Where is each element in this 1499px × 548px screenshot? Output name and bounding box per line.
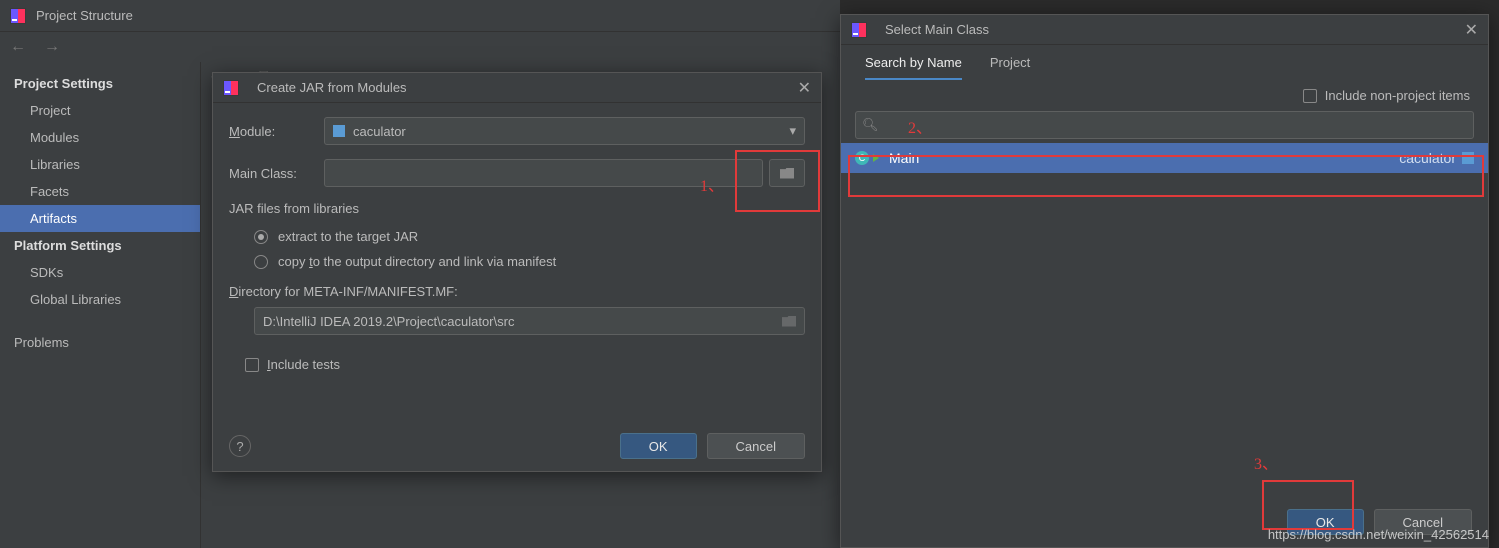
manifest-dir-label: Directory for META-INF/MANIFEST.MF: bbox=[229, 284, 805, 299]
result-name: Main bbox=[889, 150, 919, 166]
result-module: caculator bbox=[1399, 150, 1456, 166]
checkbox-icon bbox=[245, 358, 259, 372]
include-non-project-checkbox[interactable]: Include non-project items bbox=[1303, 88, 1470, 103]
cancel-button[interactable]: Cancel bbox=[707, 433, 805, 459]
smc-titlebar: Select Main Class ✕ bbox=[841, 15, 1488, 45]
nav-back-icon[interactable]: ← bbox=[10, 38, 26, 56]
nav-forward-icon[interactable]: → bbox=[44, 38, 60, 56]
watermark: https://blog.csdn.net/weixin_42562514 bbox=[1268, 527, 1489, 542]
tab-project[interactable]: Project bbox=[990, 55, 1030, 80]
help-button[interactable]: ? bbox=[229, 435, 251, 457]
search-icon: 🔍︎ bbox=[862, 117, 879, 133]
result-item-main[interactable]: C Main caculator bbox=[841, 143, 1488, 173]
radio-icon bbox=[254, 255, 268, 269]
intellij-icon bbox=[10, 8, 26, 24]
ps-sidebar: Project Settings Project Modules Librari… bbox=[0, 62, 200, 548]
tab-search-by-name[interactable]: Search by Name bbox=[865, 55, 962, 80]
intellij-icon bbox=[851, 22, 867, 38]
smc-tabs: Search by Name Project bbox=[841, 45, 1488, 80]
module-icon bbox=[333, 125, 345, 137]
sidebar-item-facets[interactable]: Facets bbox=[0, 178, 200, 205]
ps-title: Project Structure bbox=[36, 8, 133, 23]
module-icon bbox=[1462, 152, 1474, 164]
sidebar-item-global-libraries[interactable]: Global Libraries bbox=[0, 286, 200, 313]
jar-titlebar: Create JAR from Modules ✕ bbox=[213, 73, 821, 103]
jar-title: Create JAR from Modules bbox=[257, 80, 407, 95]
manifest-dir-input[interactable]: D:\IntelliJ IDEA 2019.2\Project\caculato… bbox=[254, 307, 805, 335]
module-dropdown[interactable]: caculator ▾ bbox=[324, 117, 805, 145]
smc-title: Select Main Class bbox=[885, 22, 989, 37]
chevron-down-icon: ▾ bbox=[789, 123, 796, 139]
radio-extract[interactable]: extract to the target JAR bbox=[229, 224, 805, 249]
radio-copy[interactable]: copy to the output directory and link vi… bbox=[229, 249, 805, 274]
smc-search-input[interactable]: 🔍︎ bbox=[855, 111, 1474, 139]
close-icon[interactable]: ✕ bbox=[1465, 20, 1478, 40]
intellij-icon bbox=[223, 80, 239, 96]
section-platform-settings: Platform Settings bbox=[0, 232, 200, 259]
checkbox-icon bbox=[1303, 89, 1317, 103]
sidebar-item-libraries[interactable]: Libraries bbox=[0, 151, 200, 178]
main-class-input[interactable] bbox=[324, 159, 763, 187]
sidebar-item-project[interactable]: Project bbox=[0, 97, 200, 124]
close-icon[interactable]: ✕ bbox=[798, 78, 811, 98]
include-tests-checkbox[interactable]: Include tests bbox=[229, 349, 805, 372]
section-project-settings: Project Settings bbox=[0, 70, 200, 97]
select-main-class-dialog: Select Main Class ✕ Search by Name Proje… bbox=[840, 14, 1489, 548]
folder-icon bbox=[782, 316, 796, 327]
module-value: caculator bbox=[353, 124, 406, 139]
class-icon: C bbox=[855, 151, 869, 165]
sidebar-item-artifacts[interactable]: Artifacts bbox=[0, 205, 200, 232]
sidebar-item-problems[interactable]: Problems bbox=[0, 329, 200, 356]
module-label: Module: bbox=[229, 124, 324, 139]
jar-files-section: JAR files from libraries bbox=[229, 201, 805, 216]
create-jar-dialog: Create JAR from Modules ✕ Module: cacula… bbox=[212, 72, 822, 472]
smc-results: C Main caculator bbox=[841, 143, 1488, 173]
radio-icon bbox=[254, 230, 268, 244]
ok-button[interactable]: OK bbox=[620, 433, 697, 459]
main-class-label: Main Class: bbox=[229, 166, 324, 181]
sidebar-item-modules[interactable]: Modules bbox=[0, 124, 200, 151]
sidebar-item-sdks[interactable]: SDKs bbox=[0, 259, 200, 286]
ps-titlebar: Project Structure bbox=[0, 0, 840, 32]
folder-icon bbox=[780, 168, 794, 179]
browse-main-class-button[interactable] bbox=[769, 159, 805, 187]
ps-nav: ← → bbox=[0, 32, 840, 62]
runnable-icon bbox=[873, 154, 879, 162]
